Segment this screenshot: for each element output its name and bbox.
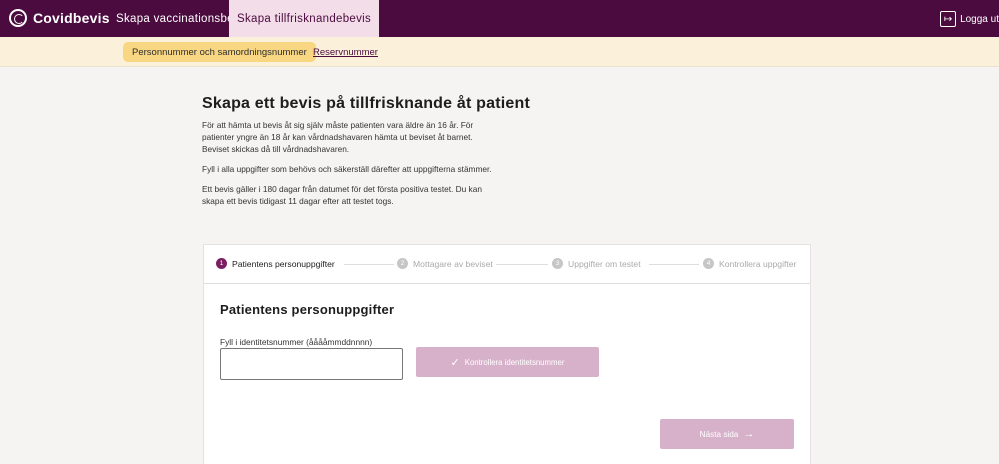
stepper: 1 Patientens personuppgifter 2 Mottagare… (204, 245, 810, 284)
covidbevis-logo-icon (9, 9, 27, 27)
step-1: 1 Patientens personuppgifter (216, 258, 335, 269)
form-card: 1 Patientens personuppgifter 2 Mottagare… (203, 244, 811, 464)
check-id-button-label: Kontrollera identitetsnummer (464, 357, 565, 367)
sub-navigation: Personnummer och samordningsnummer Reser… (0, 37, 999, 67)
intro-paragraph: Fyll i alla uppgifter som behövs och säk… (202, 164, 492, 174)
subnav-reservnummer[interactable]: Reservnummer (313, 47, 378, 58)
page-title: Skapa ett bevis på tillfrisknande åt pat… (202, 95, 531, 112)
step-number: 4 (703, 258, 714, 269)
step-label: Patientens personuppgifter (232, 258, 335, 269)
step-number: 2 (397, 258, 408, 269)
step-3: 3 Uppgifter om testet (552, 258, 641, 269)
intro-paragraph: För att hämta ut bevis åt sig själv måst… (202, 120, 474, 154)
subnav-personnummer[interactable]: Personnummer och samordningsnummer (123, 42, 316, 62)
id-field-label: Fyll i identitetsnummer (ååååmmddnnnn) (220, 337, 373, 347)
step-connector (496, 264, 548, 265)
arrow-right-icon: → (743, 428, 755, 440)
logout-label: Logga ut (960, 13, 999, 25)
step-2: 2 Mottagare av beviset (397, 258, 493, 269)
logout-button[interactable]: ↦ Logga ut (940, 10, 999, 28)
step-connector (344, 264, 394, 265)
check-icon: ✓ (450, 356, 460, 369)
app-name: Covidbevis (33, 10, 110, 26)
step-label: Kontrollera uppgifter (719, 258, 797, 269)
step-label: Uppgifter om testet (568, 258, 641, 269)
intro-paragraph: Ett bevis gäller i 180 dagar från datume… (202, 184, 482, 206)
top-header: Covidbevis Skapa vaccinationsbevis Skapa… (0, 0, 999, 37)
step-number: 3 (552, 258, 563, 269)
section-title: Patientens personuppgifter (220, 302, 395, 317)
step-4: 4 Kontrollera uppgifter (703, 258, 796, 269)
step-number: 1 (216, 258, 227, 269)
app-logo[interactable]: Covidbevis (9, 9, 110, 27)
check-id-button[interactable]: ✓ Kontrollera identitetsnummer (416, 347, 599, 377)
step-connector (649, 264, 699, 265)
tab-tillfrisknandebevis[interactable]: Skapa tillfrisknandebevis (229, 0, 380, 37)
step-label: Mottagare av beviset (413, 258, 493, 269)
next-page-button[interactable]: Nästa sida → (660, 419, 794, 449)
id-number-input[interactable] (220, 348, 403, 380)
next-page-button-label: Nästa sida (699, 429, 739, 439)
logout-icon: ↦ (940, 11, 957, 27)
intro-section: Skapa ett bevis på tillfrisknande åt pat… (202, 95, 531, 215)
